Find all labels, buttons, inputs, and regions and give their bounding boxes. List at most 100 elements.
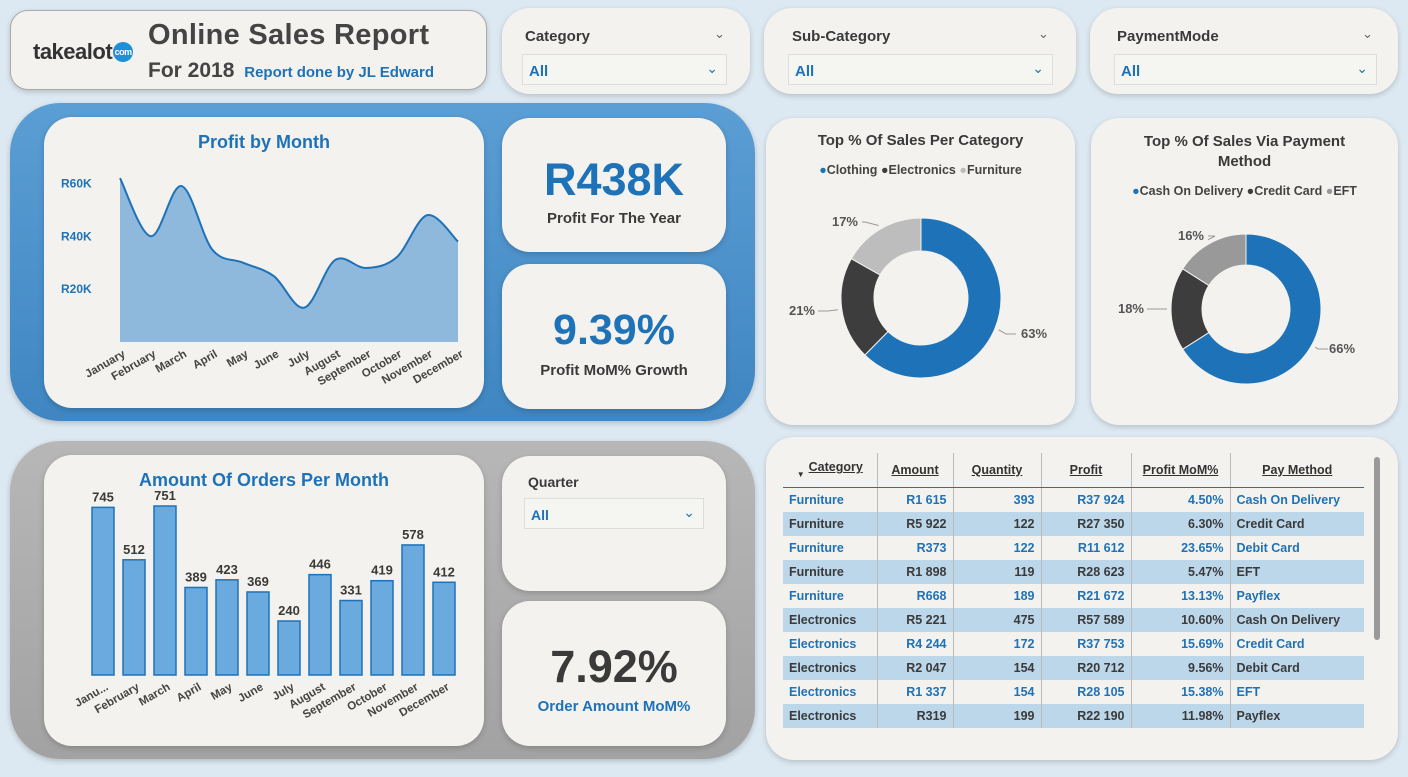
table-row[interactable]: Electronics R1 337 154 R28 105 15.38% EFT [783, 679, 1364, 704]
col-profit-mom[interactable]: Profit MoM% [1131, 453, 1231, 488]
table-cell: R37 753 [1041, 631, 1132, 656]
logo-text: takealot [33, 39, 113, 64]
chevron-down-icon[interactable]: ⌄ [1038, 26, 1049, 42]
profit-mom-label: Profit MoM% Growth [540, 362, 688, 379]
table-cell: R668 [877, 583, 954, 608]
sales-table[interactable]: ▼Category Amount Quantity Profit Profit … [783, 453, 1364, 728]
profit-by-month-chart[interactable]: Profit by Month R20K R40K R60K January Febru… [44, 117, 484, 408]
bar-data-label: 240 [278, 603, 300, 618]
table-cell: Cash On Delivery [1230, 607, 1364, 632]
paymentmode-slicer-label: PaymentMode [1117, 28, 1219, 45]
category-slicer[interactable]: Category ⌄ All ⌄ [502, 8, 750, 94]
order-bar[interactable] [246, 591, 270, 676]
table-row[interactable]: Furniture R373 122 R11 612 23.65% Debit Card [783, 535, 1364, 560]
category-donut-card[interactable]: Top % Of Sales Per Category ●Clothing ●E… [766, 118, 1075, 425]
category-slicer-label: Category [525, 28, 591, 45]
quarter-slicer[interactable]: Quarter All ⌄ [502, 456, 726, 591]
table-row[interactable]: Furniture R668 189 R21 672 13.13% Payflex [783, 583, 1364, 608]
subcategory-dropdown[interactable]: All ⌄ [788, 54, 1053, 85]
order-bar[interactable] [215, 579, 239, 676]
col-amount[interactable]: Amount [877, 453, 954, 488]
table-cell: R5 922 [877, 511, 954, 536]
profit-mom-value: 9.39% [553, 306, 675, 354]
order-bar[interactable] [308, 573, 332, 676]
category-dropdown[interactable]: All ⌄ [522, 54, 727, 85]
table-cell: Debit Card [1230, 655, 1364, 680]
order-bar[interactable] [339, 599, 363, 676]
table-scrollbar[interactable] [1374, 457, 1380, 640]
sales-table-card[interactable]: ▼Category Amount Quantity Profit Profit … [766, 437, 1398, 760]
table-cell: Furniture [783, 583, 878, 608]
quarter-dropdown[interactable]: All ⌄ [524, 498, 704, 529]
table-cell: Credit Card [1230, 511, 1364, 536]
order-mom-label: Order Amount MoM% [537, 698, 691, 715]
table-row[interactable]: Furniture R5 922 122 R27 350 6.30% Credit Car… [783, 511, 1364, 536]
order-bar[interactable] [122, 559, 146, 676]
table-row[interactable]: Furniture R1 615 393 R37 924 4.50% Cash On De… [783, 487, 1364, 512]
bar-data-label: 446 [309, 557, 331, 572]
col-category[interactable]: ▼Category [783, 453, 878, 488]
bar-data-label: 512 [123, 542, 145, 557]
table-header-row: ▼Category Amount Quantity Profit Profit … [783, 453, 1364, 488]
paymentmode-dropdown[interactable]: All ⌄ [1114, 54, 1377, 85]
table-cell: R21 672 [1041, 583, 1132, 608]
table-cell: 11.98% [1131, 703, 1231, 728]
table-cell: 119 [953, 559, 1042, 584]
takealot-logo: takealot com [33, 39, 134, 65]
table-cell: Payflex [1230, 583, 1364, 608]
col-quantity[interactable]: Quantity [953, 453, 1042, 488]
chevron-down-icon: ⌄ [706, 60, 718, 76]
y-tick-label: R40K [61, 229, 92, 243]
order-bar[interactable] [153, 505, 177, 676]
order-bar[interactable] [370, 579, 394, 676]
table-cell: R27 350 [1041, 511, 1132, 536]
table-cell: R1 898 [877, 559, 954, 584]
table-cell: 13.13% [1131, 583, 1231, 608]
table-cell: 189 [953, 583, 1042, 608]
table-row[interactable]: Furniture R1 898 119 R28 623 5.47% EFT [783, 559, 1364, 584]
order-bar[interactable] [277, 620, 301, 676]
order-bar[interactable] [432, 581, 456, 676]
quarter-dropdown-value: All [531, 507, 549, 523]
x-tick-label: March [137, 681, 172, 708]
donut-data-label: 18% [1118, 301, 1144, 316]
col-profit[interactable]: Profit [1041, 453, 1132, 488]
profit-year-value: R438K [543, 154, 685, 205]
table-row[interactable]: Electronics R319 199 R22 190 11.98% Payflex [783, 703, 1364, 728]
table-cell: 5.47% [1131, 559, 1231, 584]
subcategory-slicer[interactable]: Sub-Category ⌄ All ⌄ [764, 8, 1076, 94]
donut-leader-line [998, 329, 1016, 335]
table-row[interactable]: Electronics R2 047 154 R20 712 9.56% Debit Ca… [783, 655, 1364, 680]
order-bar[interactable] [184, 586, 208, 676]
order-mom-kpi: 7.92% Order Amount MoM% [502, 601, 726, 746]
table-cell: Electronics [783, 631, 878, 656]
table-cell: R2 047 [877, 655, 954, 680]
order-bar[interactable] [401, 544, 425, 676]
table-cell: R11 612 [1041, 535, 1132, 560]
table-row[interactable]: Electronics R4 244 172 R37 753 15.69% Credit … [783, 631, 1364, 656]
profit-mom-kpi: 9.39% Profit MoM% Growth [502, 264, 726, 409]
paymentmode-slicer[interactable]: PaymentMode ⌄ All ⌄ [1090, 8, 1398, 94]
table-row[interactable]: Electronics R5 221 475 R57 589 10.60% Cash On… [783, 607, 1364, 632]
payment-donut-card[interactable]: Top % Of Sales Via Payment Method ●Cash … [1091, 118, 1398, 425]
bar-data-label: 412 [433, 564, 455, 579]
table-cell: Furniture [783, 511, 878, 536]
table-cell: 6.30% [1131, 511, 1231, 536]
table-cell: Furniture [783, 559, 878, 584]
bar-data-label: 751 [154, 488, 176, 503]
subcategory-slicer-label: Sub-Category [792, 28, 891, 45]
table-cell: R1 337 [877, 679, 954, 704]
sort-down-icon[interactable]: ▼ [797, 470, 805, 479]
col-pay-method[interactable]: Pay Method [1230, 453, 1364, 488]
profit-year-label: Profit For The Year [547, 210, 681, 227]
x-tick-label: April [191, 348, 220, 371]
table-cell: Electronics [783, 607, 878, 632]
donut-data-label: 17% [832, 214, 858, 229]
chevron-down-icon[interactable]: ⌄ [1362, 26, 1373, 42]
table-cell: Credit Card [1230, 631, 1364, 656]
table-cell: Electronics [783, 703, 878, 728]
table-cell: Cash On Delivery [1230, 487, 1364, 512]
order-bar[interactable] [91, 506, 115, 676]
chevron-down-icon[interactable]: ⌄ [714, 26, 725, 42]
orders-per-month-chart[interactable]: Amount Of Orders Per Month 745 Janu... 512… [44, 455, 484, 746]
